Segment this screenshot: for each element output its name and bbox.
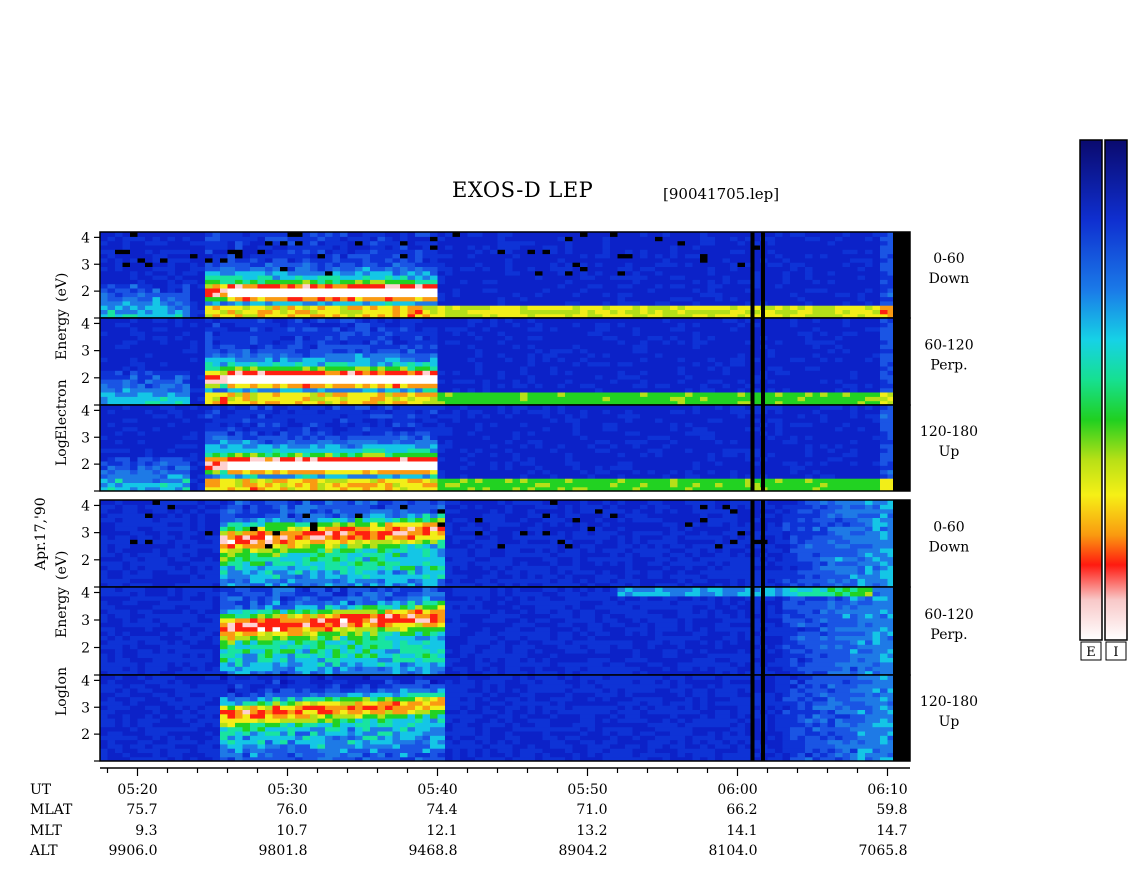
panel-edge [893,405,910,491]
y-tick-label: 4 [81,673,90,689]
panel-range-label: 120-180 [920,424,978,440]
ephemeris-value: 8904.2 [559,843,608,859]
ephemeris-value: 9906.0 [109,843,158,859]
ephemeris-value: 75.7 [126,802,157,818]
spectrogram-panel [100,318,893,405]
spectrogram-figure: 4 3 2 0-60 Down 4 3 2 60-120 Perp. 4 3 2 120-180 Up 4 3 2… [29,139,1128,859]
electron-axis-label-electron: Electron [54,379,70,440]
panel-range-label: 120-180 [920,694,978,710]
panel-range-label: 60-120 [924,338,973,354]
spectrogram-panel [100,405,893,491]
y-tick-label: 4 [81,230,90,246]
panel-edge [893,232,910,318]
y-tick-label: 3 [81,613,90,629]
electron-axis-label-unit: (eV) [54,273,70,302]
y-tick-label: 4 [81,586,90,602]
panel-direction-label: Down [929,271,970,287]
electron-axis-label: Log Electron Energy (eV) [54,273,70,466]
panel-edge [893,675,910,761]
ephemeris-value: 9801.8 [259,843,308,859]
y-tick-label: 4 [81,498,90,514]
ion-axis-label: Log Ion Energy (eV) [54,551,70,716]
ephemeris-value: 13.2 [576,823,607,839]
ephemeris-value: 9468.8 [409,843,458,859]
spectrogram-panel [100,500,893,587]
panel-direction-label: Perp. [930,627,967,643]
y-tick-label: 3 [81,526,90,542]
y-tick-label: 3 [81,700,90,716]
spectrogram-panel [100,587,893,675]
spectrogram-panel [100,675,893,761]
electron-axis-label-energy: Energy [54,309,70,360]
y-tick-label: 3 [81,344,90,360]
electron-axis-label-log: Log [54,439,70,466]
x-tick-label: 06:10 [867,782,907,798]
panel-direction-label: Perp. [930,358,967,374]
date-label: Apr.17,'90 [33,497,49,571]
ion-axis-label-ion: Ion [54,667,70,690]
row-label: UT [30,782,52,798]
y-tick-label: 2 [81,641,90,657]
ion-axis-label-energy: Energy [54,587,70,638]
colorbar-ion [1104,139,1128,641]
y-tick-label: 3 [81,430,90,446]
panel-edge [893,318,910,405]
panel-direction-label: Up [939,714,960,730]
ephemeris-value: 8104.0 [709,843,758,859]
ephemeris-value: 66.2 [726,802,757,818]
colorbar-label-ion: I [1113,645,1118,660]
ion-axis-label-unit: (eV) [54,551,70,580]
row-label: ALT [29,843,58,859]
panel-direction-label: Up [939,444,960,460]
ephemeris-value: 59.8 [876,802,907,818]
ephemeris-value: 76.0 [276,802,307,818]
panel-direction-label: Down [929,540,970,556]
spectrogram-panel [100,232,893,318]
y-tick-label: 4 [81,316,90,332]
row-label: MLT [30,823,62,839]
ion-axis-label-log: Log [54,689,70,716]
y-tick-label: 2 [81,284,90,300]
ephemeris-value: 14.1 [726,823,757,839]
y-tick-label: 2 [81,371,90,387]
panel-edge [893,500,910,587]
ephemeris-value: 9.3 [135,823,157,839]
row-label: MLAT [30,802,73,818]
colorbar: E I [1079,139,1128,661]
x-tick-label: 05:50 [567,782,607,798]
colorbar-electron [1079,139,1103,641]
ephemeris-value: 74.4 [426,802,457,818]
ephemeris-value: 14.7 [876,823,907,839]
y-tick-label: 2 [81,727,90,743]
ephemeris-value: 71.0 [576,802,607,818]
y-tick-label: 4 [81,403,90,419]
panel-range-label: 60-120 [924,607,973,623]
panel-range-label: 0-60 [933,520,964,536]
y-tick-label: 3 [81,257,90,273]
x-tick-label: 06:00 [717,782,757,798]
ephemeris-value: 10.7 [276,823,307,839]
panel-edge [893,587,910,675]
x-tick-label: 05:20 [117,782,157,798]
panel-range-label: 0-60 [933,251,964,267]
colorbar-label-electron: E [1086,645,1096,660]
y-tick-label: 2 [81,553,90,569]
y-tick-label: 2 [81,457,90,473]
ephemeris-value: 12.1 [426,823,457,839]
x-tick-label: 05:30 [267,782,307,798]
x-tick-label: 05:40 [417,782,457,798]
ephemeris-value: 7065.8 [859,843,908,859]
